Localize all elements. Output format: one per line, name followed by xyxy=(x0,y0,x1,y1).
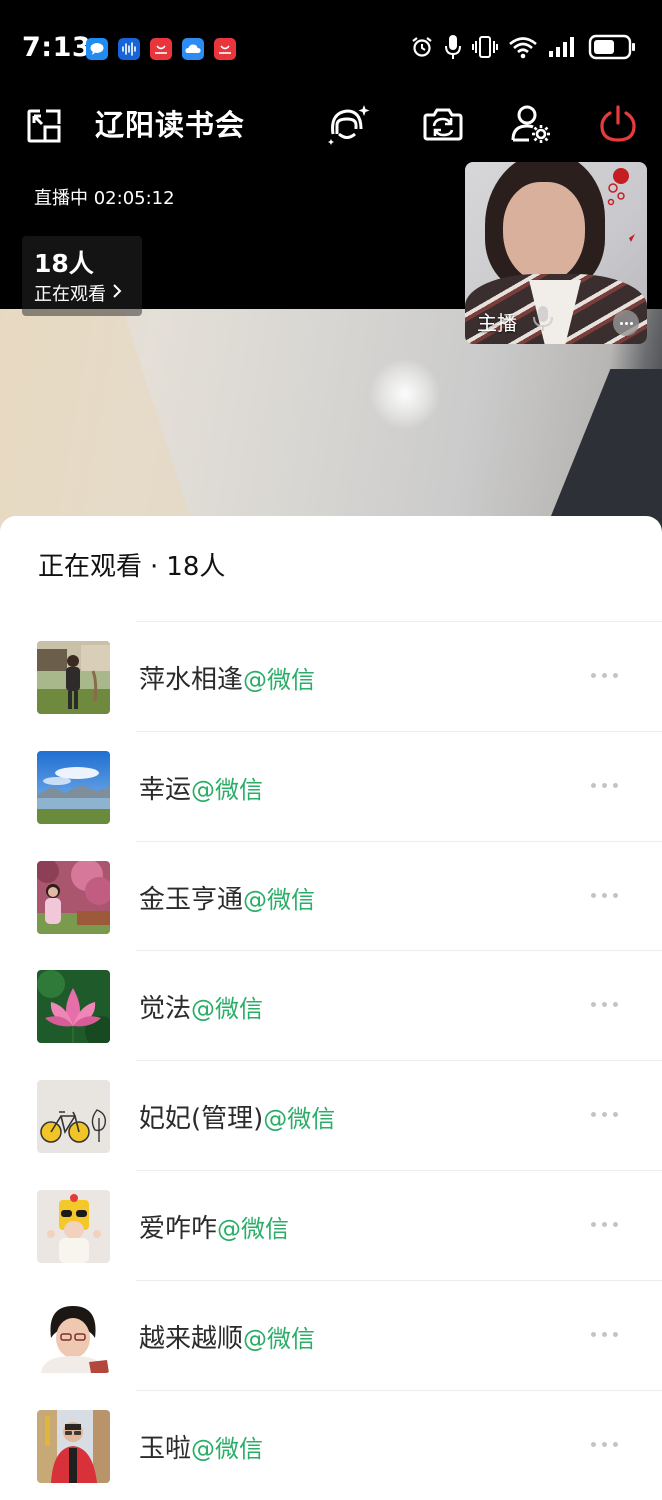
avatar-man-garden[interactable] xyxy=(37,641,110,714)
end-live-button[interactable] xyxy=(596,100,640,152)
microphone-icon xyxy=(444,34,462,60)
page-title: 辽阳读书会 xyxy=(95,108,246,142)
viewer-name: 越来越顺@微信 xyxy=(139,1318,315,1355)
wechat-tag: @微信 xyxy=(191,1434,264,1463)
viewer-list-panel: 正在观看 · 18人 萍水相逢@微信 幸运@微信 金玉亨通@微信 觉法@微信 妃… xyxy=(0,516,662,1500)
avatar-woman-blossoms[interactable] xyxy=(37,860,110,934)
viewer-row[interactable]: 金玉亨通@微信 xyxy=(0,840,662,951)
panel-title-label: 正在观看 xyxy=(38,552,143,582)
viewer-nickname: 幸运 xyxy=(139,774,192,805)
system-status-icons xyxy=(410,34,636,60)
wifi-icon xyxy=(508,35,538,59)
viewers-link[interactable]: 正在观看 xyxy=(34,280,122,306)
wechat-tag: @微信 xyxy=(217,1214,290,1243)
user-settings-icon xyxy=(509,102,553,150)
viewer-nickname: 觉法 xyxy=(139,994,192,1025)
vibrate-icon xyxy=(472,35,498,59)
video-door-edge xyxy=(529,369,662,539)
live-status-timer: 直播中 02:05:12 xyxy=(34,188,175,209)
voice-wave-icon xyxy=(118,38,140,60)
viewer-name: 幸运@微信 xyxy=(139,769,263,806)
avatar-woman-portrait[interactable] xyxy=(37,1299,110,1373)
viewer-row[interactable]: 越来越顺@微信 xyxy=(0,1279,662,1390)
viewer-name: 爱咋咋@微信 xyxy=(139,1208,289,1245)
chevron-right-icon xyxy=(112,283,122,304)
wechat-tag: @微信 xyxy=(243,666,316,694)
viewers-link-label: 正在观看 xyxy=(34,284,106,305)
viewer-nickname: 爱咋咋 xyxy=(139,1213,218,1244)
viewer-nickname: 越来越顺 xyxy=(139,1323,244,1354)
cloud-icon xyxy=(182,38,204,60)
more-options-button[interactable] xyxy=(591,892,618,898)
more-options-button[interactable] xyxy=(591,1441,618,1447)
more-options-button[interactable] xyxy=(591,782,618,788)
avatar-lake-mountain[interactable] xyxy=(37,750,110,824)
viewer-row[interactable]: 萍水相逢@微信 xyxy=(0,621,662,731)
wechat-tag: @微信 xyxy=(243,885,316,914)
beauty-effect-button[interactable] xyxy=(324,100,372,152)
avatar-lotus-flower[interactable] xyxy=(37,970,110,1044)
viewer-row[interactable]: 爱咋咋@微信 xyxy=(0,1169,662,1280)
battery-icon xyxy=(588,34,636,60)
host-label: 主播 xyxy=(477,311,517,335)
power-end-icon xyxy=(598,104,638,148)
panel-title-count: 18人 xyxy=(166,552,226,582)
host-face xyxy=(503,182,585,282)
wechat-tag: @微信 xyxy=(191,995,264,1024)
viewer-name: 萍水相逢@微信 xyxy=(139,659,315,696)
notification-icons xyxy=(86,38,236,60)
avatar-child-sunglasses[interactable] xyxy=(37,1189,110,1263)
minimize-window-icon xyxy=(26,108,62,148)
viewer-nickname: 妃妃(管理) xyxy=(139,1104,264,1135)
host-video-thumbnail[interactable]: 主播 xyxy=(465,162,647,344)
more-options-button[interactable] xyxy=(591,1112,618,1118)
signal-icon xyxy=(548,36,578,58)
more-options-button[interactable] xyxy=(591,1221,618,1227)
switch-camera-icon xyxy=(422,103,464,149)
wechat-tag: @微信 xyxy=(243,1324,316,1353)
alarm-icon xyxy=(410,35,434,59)
viewer-name: 玉啦@微信 xyxy=(139,1428,263,1465)
status-bar: 7:13 xyxy=(0,0,662,96)
viewer-row[interactable]: 妃妃(管理)@微信 xyxy=(0,1060,662,1170)
avatar-man-red-jacket[interactable] xyxy=(37,1409,110,1483)
user-settings-button[interactable] xyxy=(508,100,554,152)
wechat-tag: @微信 xyxy=(263,1105,336,1134)
viewer-nickname: 玉啦 xyxy=(139,1433,192,1464)
microphone-muted-icon xyxy=(531,304,555,336)
viewer-list: 萍水相逢@微信 幸运@微信 金玉亨通@微信 觉法@微信 妃妃(管理)@微信 爱咋… xyxy=(0,621,662,1499)
shop-bag-icon xyxy=(214,38,236,60)
shop-bag-icon xyxy=(150,38,172,60)
panel-title: 正在观看 · 18人 xyxy=(38,546,225,583)
viewer-row[interactable]: 玉啦@微信 xyxy=(0,1389,662,1500)
switch-camera-button[interactable] xyxy=(420,100,466,152)
viewer-count: 18人 xyxy=(34,249,94,278)
host-more-button[interactable] xyxy=(613,310,639,336)
viewer-name: 觉法@微信 xyxy=(139,988,263,1025)
more-options-button[interactable] xyxy=(591,1331,618,1337)
avatar-bicycle-sketch[interactable] xyxy=(37,1080,110,1154)
video-ceiling-light xyxy=(370,359,440,429)
panel-title-separator: · xyxy=(150,552,159,582)
status-time: 7:13 xyxy=(22,32,92,63)
viewer-name: 妃妃(管理)@微信 xyxy=(139,1098,335,1135)
beauty-effect-icon xyxy=(325,101,371,151)
more-options-button[interactable] xyxy=(591,673,618,678)
video-wall-shade xyxy=(0,309,198,539)
more-options-button[interactable] xyxy=(591,1002,618,1008)
viewer-row[interactable]: 觉法@微信 xyxy=(0,950,662,1060)
viewer-nickname: 萍水相逢 xyxy=(139,665,244,695)
wechat-tag: @微信 xyxy=(191,775,264,804)
chat-bubble-icon xyxy=(86,38,108,60)
viewer-nickname: 金玉亨通 xyxy=(139,884,244,915)
minimize-window-button[interactable] xyxy=(24,102,64,154)
viewer-name: 金玉亨通@微信 xyxy=(139,879,315,916)
viewer-row[interactable]: 幸运@微信 xyxy=(0,730,662,841)
